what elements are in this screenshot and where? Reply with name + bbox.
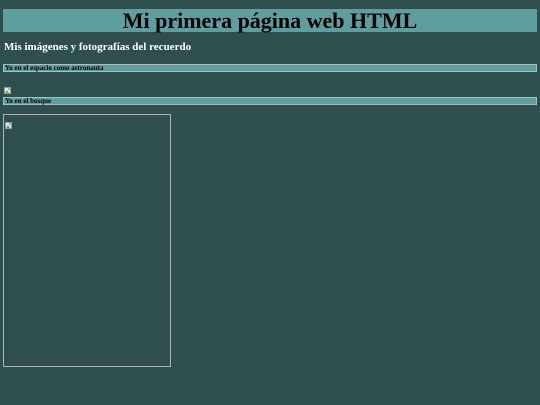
forest-image [3, 114, 171, 367]
page-title: Mi primera página web HTML [122, 8, 418, 33]
page-header: Mi primera página web HTML [3, 9, 537, 32]
caption-bar-forest: Yo en el bosque [3, 97, 537, 105]
broken-image-icon [4, 81, 11, 94]
caption-forest: Yo en el bosque [5, 97, 52, 105]
broken-image-icon [5, 116, 12, 129]
page-subtitle: Mis imágenes y fotografías del recuerdo [4, 41, 192, 53]
caption-bar-astronaut: Yo en el espacio como astronauta [3, 64, 537, 72]
caption-astronaut: Yo en el espacio como astronauta [5, 64, 104, 72]
